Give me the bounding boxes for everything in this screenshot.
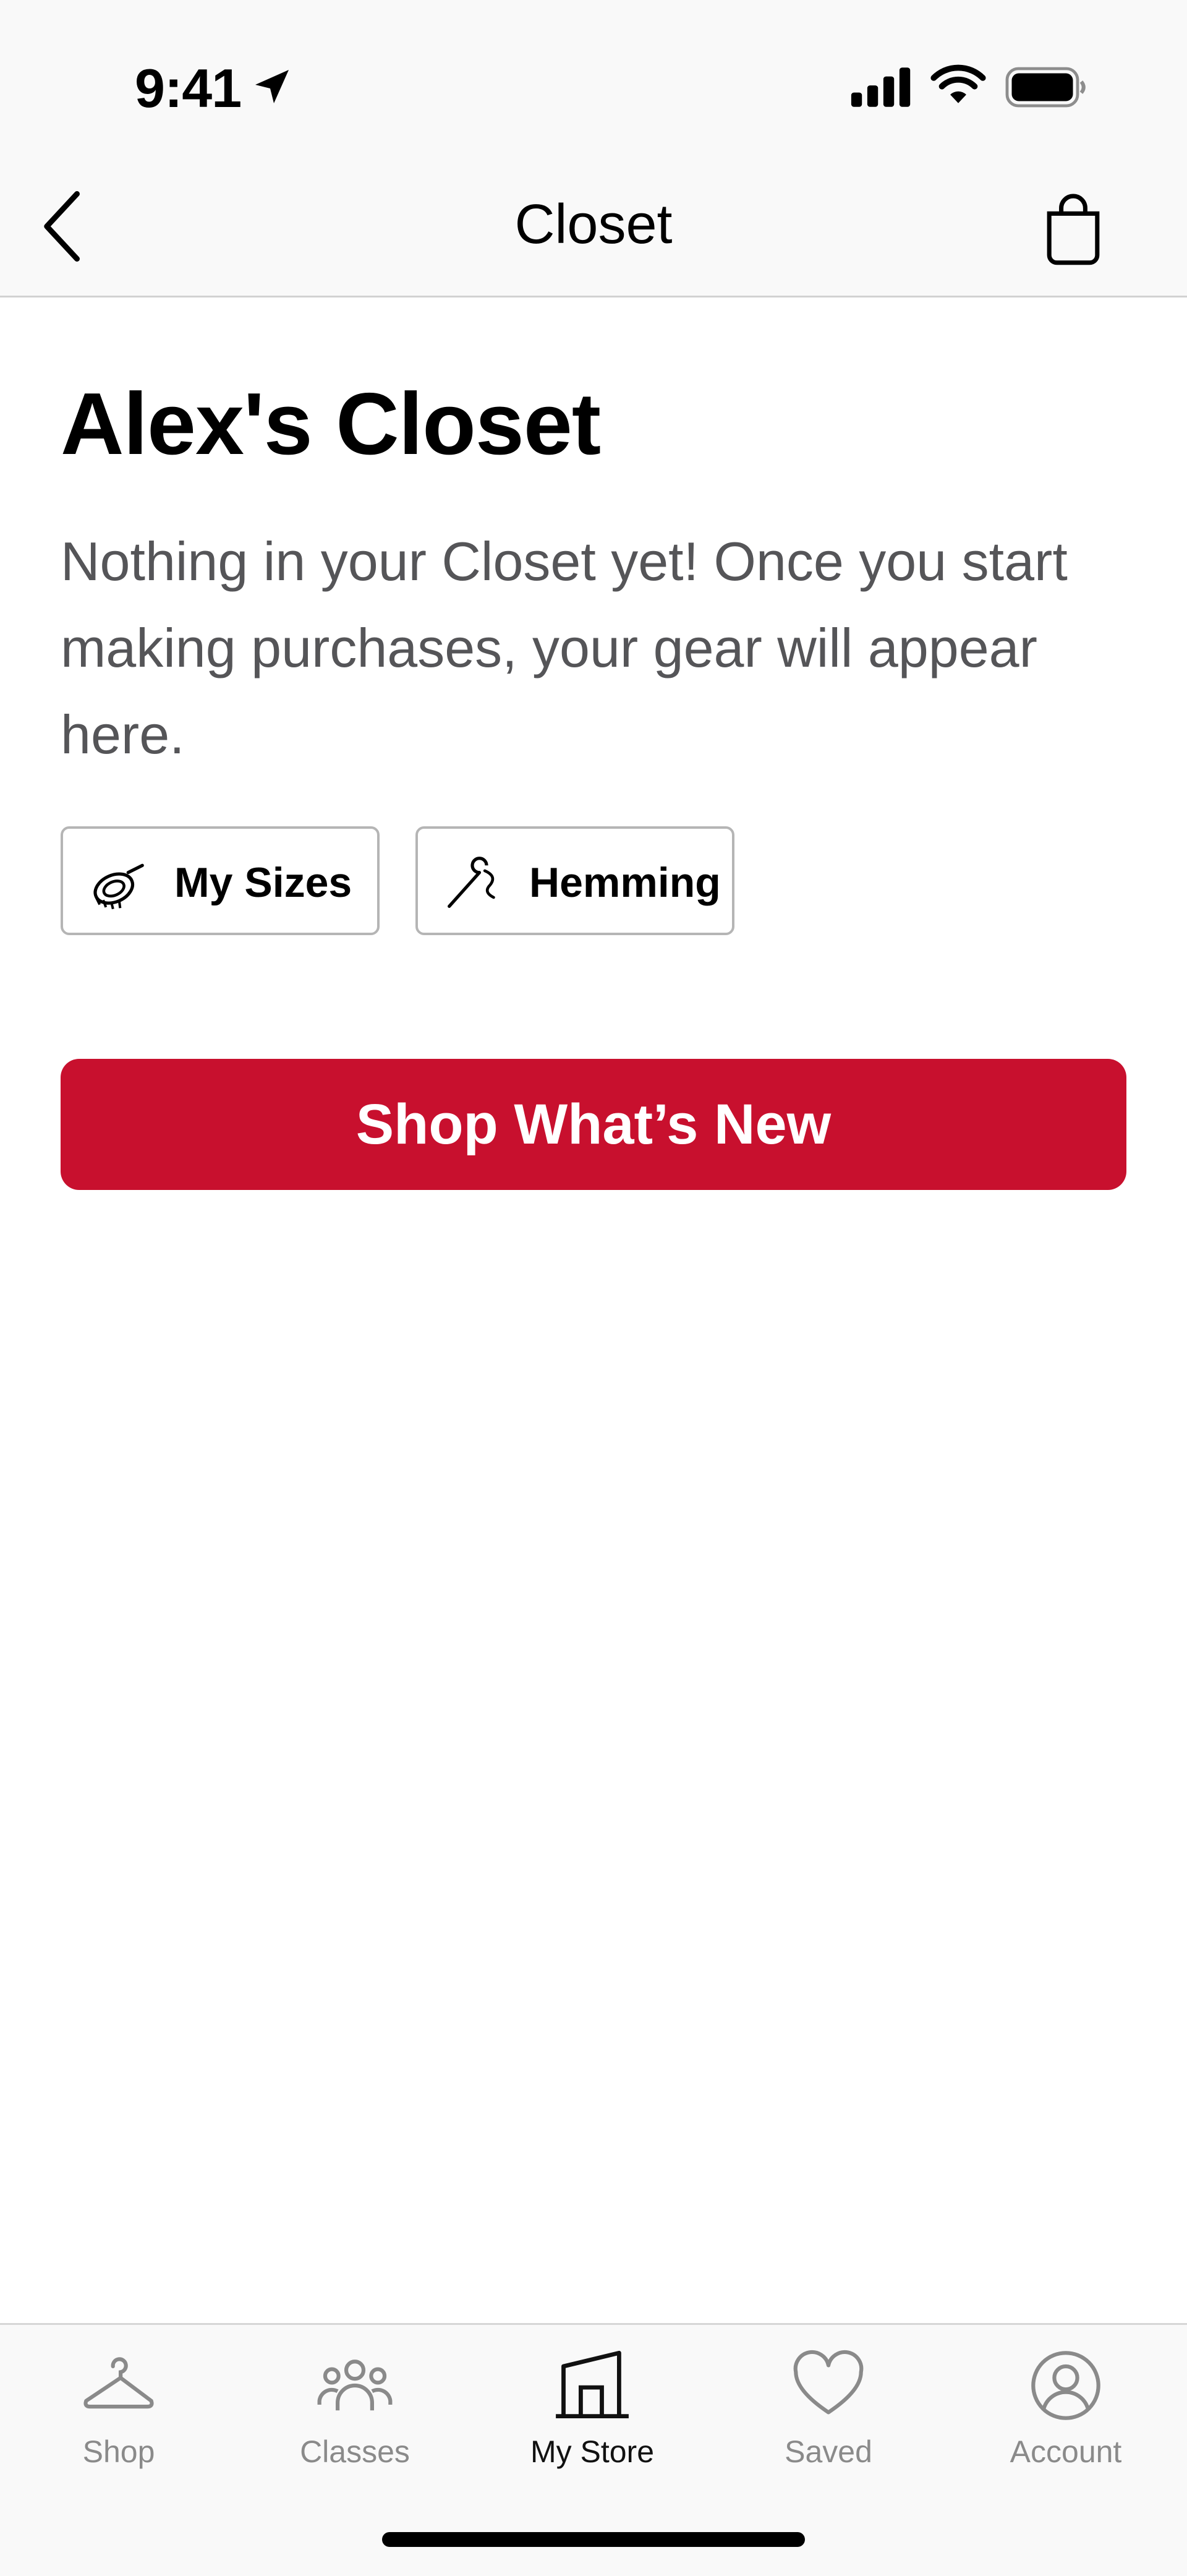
empty-closet-message: Nothing in your Closet yet! Once you sta…	[61, 531, 1068, 765]
battery-icon	[1005, 67, 1086, 108]
wifi-icon	[930, 64, 986, 103]
needle-thread-icon	[448, 857, 495, 908]
tab-account[interactable]: Account	[947, 2325, 1185, 2486]
status-time: 9:41	[135, 58, 242, 119]
tab-shop[interactable]: Shop	[0, 2325, 237, 2486]
tab-classes[interactable]: Classes	[236, 2325, 474, 2486]
shop-whats-new-button[interactable]: Shop What’s New	[61, 1059, 1126, 1190]
people-group-icon	[317, 2360, 393, 2411]
my-sizes-button[interactable]: My Sizes	[61, 826, 380, 935]
heart-icon	[793, 2350, 864, 2415]
tab-shop-label: Shop	[82, 2434, 155, 2469]
hemming-label: Hemming	[529, 859, 721, 906]
shopping-bag-icon[interactable]	[1042, 192, 1104, 266]
cellular-signal-icon	[851, 67, 911, 107]
hemming-button[interactable]: Hemming	[415, 826, 734, 935]
measuring-tape-icon	[93, 863, 144, 910]
tab-my-store[interactable]: My Store	[474, 2325, 711, 2486]
home-indicator	[382, 2532, 805, 2547]
tab-saved-label: Saved	[785, 2434, 872, 2469]
tab-saved[interactable]: Saved	[710, 2325, 947, 2486]
store-icon	[556, 2350, 629, 2419]
closet-heading: Alex's Closet	[61, 375, 601, 473]
tab-account-label: Account	[1010, 2434, 1122, 2469]
hanger-icon	[83, 2357, 154, 2409]
user-circle-icon	[1031, 2351, 1100, 2420]
top-bar: 9:41 Closet	[0, 0, 1187, 297]
tab-classes-label: Classes	[300, 2434, 410, 2469]
location-arrow-icon	[255, 70, 289, 103]
page-title: Closet	[514, 194, 673, 255]
tab-my-store-label: My Store	[530, 2434, 655, 2469]
my-sizes-label: My Sizes	[174, 859, 352, 906]
